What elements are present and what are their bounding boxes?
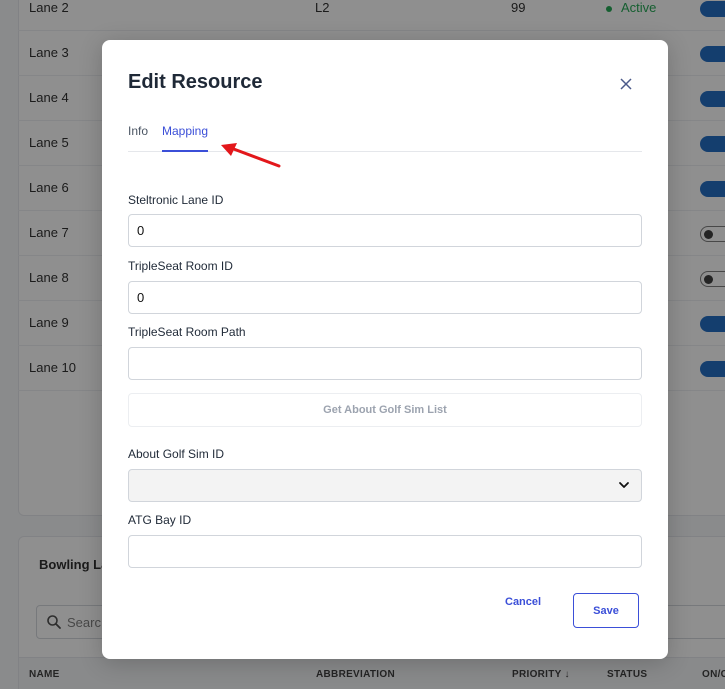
atg-bay-id-label: ATG Bay ID [128, 513, 192, 527]
annotation-arrow-icon [221, 143, 281, 168]
modal-tabs: Info Mapping [128, 120, 642, 152]
steltronic-lane-id-input[interactable] [128, 214, 642, 247]
get-about-golf-sim-list-button[interactable]: Get About Golf Sim List [128, 393, 642, 427]
tripleseat-room-path-label: TripleSeat Room Path [128, 325, 246, 339]
edit-resource-modal: Edit Resource Info Mapping Steltronic La… [102, 40, 668, 659]
save-button[interactable]: Save [573, 593, 639, 628]
about-golf-sim-id-select[interactable] [128, 469, 642, 502]
cancel-button[interactable]: Cancel [505, 596, 541, 608]
tab-info[interactable]: Info [128, 124, 148, 150]
steltronic-lane-id-label: Steltronic Lane ID [128, 193, 224, 207]
modal-title: Edit Resource [128, 71, 263, 93]
about-golf-sim-id-label: About Golf Sim ID [128, 447, 225, 461]
tripleseat-room-id-input[interactable] [128, 281, 642, 314]
tab-mapping[interactable]: Mapping [162, 124, 209, 152]
tripleseat-room-id-label: TripleSeat Room ID [128, 259, 233, 273]
close-icon[interactable] [615, 73, 637, 95]
atg-bay-id-input[interactable] [128, 535, 642, 568]
chevron-down-icon [619, 482, 629, 488]
tripleseat-room-path-input[interactable] [128, 347, 642, 380]
